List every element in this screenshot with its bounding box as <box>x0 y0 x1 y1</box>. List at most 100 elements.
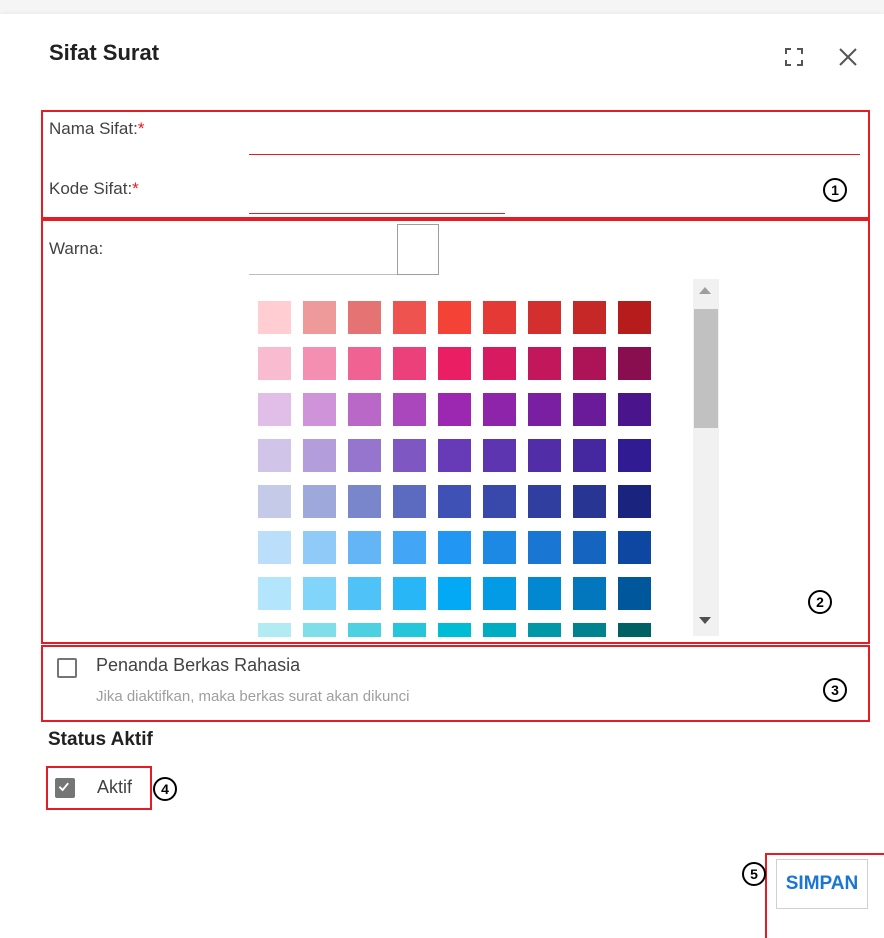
annotation-number-2: 2 <box>808 590 832 614</box>
scroll-down-arrow-icon[interactable] <box>699 617 711 624</box>
color-swatch[interactable] <box>528 439 561 472</box>
color-swatch[interactable] <box>258 439 291 472</box>
color-swatch[interactable] <box>528 577 561 610</box>
color-swatch[interactable] <box>483 531 516 564</box>
color-swatch[interactable] <box>348 393 381 426</box>
color-swatch[interactable] <box>303 393 336 426</box>
color-swatch[interactable] <box>303 485 336 518</box>
save-button[interactable]: SIMPAN <box>776 859 868 909</box>
annotation-number-4: 4 <box>153 777 177 801</box>
nama-sifat-input[interactable] <box>249 124 860 155</box>
color-swatch[interactable] <box>258 531 291 564</box>
close-icon[interactable] <box>836 45 860 69</box>
color-swatch[interactable] <box>348 577 381 610</box>
color-swatch[interactable] <box>258 577 291 610</box>
color-swatch[interactable] <box>348 623 381 637</box>
palette-scrollbar[interactable] <box>693 279 719 636</box>
color-swatch[interactable] <box>438 393 471 426</box>
color-swatch[interactable] <box>528 623 561 637</box>
color-swatch[interactable] <box>438 347 471 380</box>
nama-sifat-label: Nama Sifat:* <box>49 119 144 139</box>
color-swatch[interactable] <box>483 577 516 610</box>
aktif-label: Aktif <box>97 777 133 797</box>
color-swatch[interactable] <box>348 347 381 380</box>
color-swatch[interactable] <box>393 531 426 564</box>
kode-sifat-input[interactable] <box>249 183 505 214</box>
color-swatch[interactable] <box>303 577 336 610</box>
color-swatch[interactable] <box>618 623 651 637</box>
color-swatch[interactable] <box>573 485 606 518</box>
color-swatch[interactable] <box>528 347 561 380</box>
warna-label: Warna: <box>49 239 104 258</box>
color-swatch[interactable] <box>528 485 561 518</box>
color-swatch[interactable] <box>393 439 426 472</box>
color-swatch[interactable] <box>573 347 606 380</box>
status-aktif-heading: Status Aktif <box>48 729 153 750</box>
color-swatch[interactable] <box>483 439 516 472</box>
color-swatch[interactable] <box>393 577 426 610</box>
annotation-number-5: 5 <box>742 862 766 886</box>
color-swatch[interactable] <box>303 439 336 472</box>
color-swatch[interactable] <box>348 301 381 334</box>
color-swatch[interactable] <box>303 623 336 637</box>
color-swatch[interactable] <box>438 623 471 637</box>
dialog-title: Sifat Surat <box>49 40 160 65</box>
color-swatch[interactable] <box>573 531 606 564</box>
color-swatch[interactable] <box>393 393 426 426</box>
color-swatch[interactable] <box>573 623 606 637</box>
color-swatch[interactable] <box>618 301 651 334</box>
color-input-underline <box>249 274 397 275</box>
color-swatch[interactable] <box>348 439 381 472</box>
selected-color-preview[interactable] <box>397 224 439 275</box>
required-mark: * <box>132 179 139 198</box>
color-swatch[interactable] <box>618 439 651 472</box>
color-swatch[interactable] <box>483 393 516 426</box>
color-swatch[interactable] <box>618 577 651 610</box>
color-swatch[interactable] <box>303 301 336 334</box>
color-swatch[interactable] <box>438 577 471 610</box>
scroll-up-arrow-icon[interactable] <box>699 287 711 294</box>
checkmark-icon <box>58 782 69 792</box>
color-swatch[interactable] <box>618 531 651 564</box>
color-swatch[interactable] <box>618 485 651 518</box>
color-swatch[interactable] <box>528 301 561 334</box>
color-swatch[interactable] <box>483 301 516 334</box>
color-swatch[interactable] <box>303 347 336 380</box>
color-swatch[interactable] <box>258 623 291 637</box>
color-swatch[interactable] <box>618 347 651 380</box>
color-swatch[interactable] <box>258 393 291 426</box>
color-swatch[interactable] <box>573 577 606 610</box>
color-swatch[interactable] <box>258 301 291 334</box>
required-mark: * <box>137 119 145 138</box>
color-swatch[interactable] <box>393 485 426 518</box>
color-swatch[interactable] <box>348 531 381 564</box>
color-swatch[interactable] <box>483 485 516 518</box>
color-swatch[interactable] <box>258 347 291 380</box>
color-swatch[interactable] <box>393 301 426 334</box>
kode-sifat-label-text: Kode Sifat: <box>49 179 133 198</box>
color-swatch[interactable] <box>483 347 516 380</box>
color-swatch[interactable] <box>528 531 561 564</box>
scroll-thumb[interactable] <box>694 309 718 428</box>
color-swatch[interactable] <box>573 301 606 334</box>
color-swatch[interactable] <box>528 393 561 426</box>
color-swatch[interactable] <box>483 623 516 637</box>
confidential-checkbox[interactable] <box>57 658 77 678</box>
color-swatch[interactable] <box>258 485 291 518</box>
color-swatch[interactable] <box>573 439 606 472</box>
aktif-checkbox[interactable] <box>55 778 75 798</box>
color-swatch[interactable] <box>438 531 471 564</box>
color-swatch[interactable] <box>438 485 471 518</box>
color-swatch[interactable] <box>348 485 381 518</box>
color-swatch[interactable] <box>303 531 336 564</box>
color-swatch[interactable] <box>618 393 651 426</box>
nama-sifat-label-text: Nama Sifat: <box>49 119 138 138</box>
fullscreen-icon[interactable] <box>784 47 804 67</box>
color-swatch[interactable] <box>573 393 606 426</box>
color-swatch[interactable] <box>393 347 426 380</box>
confidential-hint: Jika diaktifkan, maka berkas surat akan … <box>96 688 410 705</box>
color-swatch[interactable] <box>393 623 426 637</box>
color-swatch[interactable] <box>438 439 471 472</box>
annotation-number-3: 3 <box>823 678 847 702</box>
color-swatch[interactable] <box>438 301 471 334</box>
